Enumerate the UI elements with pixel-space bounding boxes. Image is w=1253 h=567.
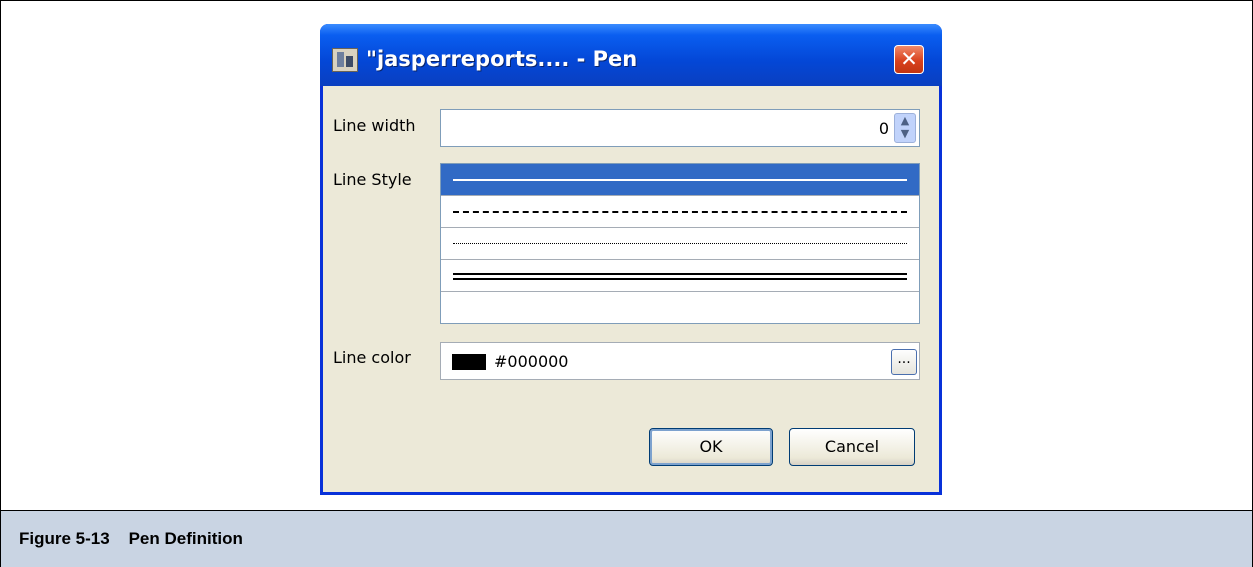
line-width-spinner[interactable]: 0 ▲ ▼ bbox=[440, 109, 920, 147]
line-width-value[interactable]: 0 bbox=[879, 119, 889, 138]
spinner-arrows[interactable]: ▲ ▼ bbox=[894, 113, 916, 143]
color-picker-button[interactable]: ... bbox=[891, 349, 917, 375]
pen-dialog: "jasperreports.... - Pen ✕ Line width 0 … bbox=[320, 24, 942, 495]
line-color-field[interactable]: #000000 ... bbox=[440, 342, 920, 380]
figure-caption: Figure 5-13 Pen Definition bbox=[19, 529, 243, 548]
dashed-line-icon bbox=[453, 211, 907, 213]
dialog-titlebar[interactable]: "jasperreports.... - Pen ✕ bbox=[320, 24, 942, 86]
line-width-label: Line width bbox=[333, 116, 416, 135]
line-style-option-solid[interactable] bbox=[441, 164, 919, 196]
solid-line-icon bbox=[453, 179, 907, 181]
double-line-icon bbox=[453, 273, 907, 280]
line-style-option-dashed[interactable] bbox=[441, 196, 919, 228]
chevron-down-icon[interactable]: ▼ bbox=[901, 127, 909, 140]
line-color-label: Line color bbox=[333, 348, 411, 367]
dialog-client-area: Line width 0 ▲ ▼ Line Style Line color #… bbox=[323, 86, 939, 492]
color-swatch bbox=[452, 354, 486, 370]
close-icon: ✕ bbox=[900, 47, 918, 71]
line-style-option-double[interactable] bbox=[441, 260, 919, 292]
dialog-title: "jasperreports.... - Pen bbox=[366, 47, 638, 71]
line-style-list[interactable] bbox=[440, 163, 920, 324]
line-color-value: #000000 bbox=[494, 352, 569, 371]
chevron-up-icon[interactable]: ▲ bbox=[901, 114, 909, 127]
line-style-label: Line Style bbox=[333, 170, 412, 189]
ok-button[interactable]: OK bbox=[649, 428, 773, 466]
cancel-button[interactable]: Cancel bbox=[789, 428, 915, 466]
figure-caption-bar: Figure 5-13 Pen Definition bbox=[1, 510, 1252, 567]
line-style-option-none[interactable] bbox=[441, 292, 919, 324]
line-style-option-dotted[interactable] bbox=[441, 228, 919, 260]
dotted-line-icon bbox=[453, 243, 907, 244]
jasper-app-icon bbox=[332, 48, 358, 72]
close-button[interactable]: ✕ bbox=[894, 45, 924, 74]
